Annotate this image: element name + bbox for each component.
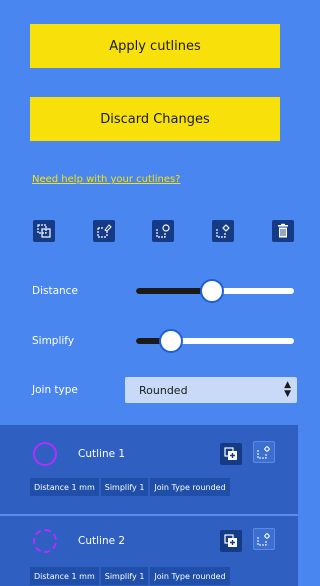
cutline-settings-button[interactable] xyxy=(253,441,275,463)
settings-icon xyxy=(257,533,270,546)
join-type-chip: Join Type rounded xyxy=(150,478,230,496)
duplicate-icon xyxy=(224,534,237,547)
cutline-shape-icon xyxy=(33,442,57,466)
join-type-chip: Join Type rounded xyxy=(150,567,230,585)
select-arrows-icon: ▲ ▼ xyxy=(284,380,291,399)
duplicate-cutline-button[interactable] xyxy=(220,530,242,552)
add-cutline-button[interactable] xyxy=(33,220,55,242)
edit-node-button[interactable] xyxy=(93,220,115,242)
apply-cutlines-button[interactable]: Apply cutlines xyxy=(30,24,280,68)
add-cutline-icon xyxy=(37,224,51,238)
cutline-settings-button[interactable] xyxy=(253,528,275,550)
simplify-chip: Simplify 1 xyxy=(100,478,149,496)
trash-icon xyxy=(278,223,288,238)
cutline-card[interactable]: Cutline 2 Distance 1 mm Simplify 1 Join … xyxy=(0,514,298,586)
simplify-label: Simplify xyxy=(32,335,75,347)
reshape-button[interactable] xyxy=(152,220,174,242)
distance-slider[interactable] xyxy=(136,279,294,303)
simplify-slider[interactable] xyxy=(136,329,294,353)
cutline-card[interactable]: Cutline 1 Distance 1 mm Simplify 1 Join … xyxy=(0,425,298,510)
cutline-shape-icon xyxy=(33,529,57,553)
cutline-name: Cutline 1 xyxy=(78,448,126,460)
cutline-properties: Distance 1 mm Simplify 1 Join Type round… xyxy=(30,478,230,496)
settings-icon xyxy=(257,446,270,459)
delete-cutline-button[interactable] xyxy=(272,220,294,242)
cutline-list: Cutline 1 Distance 1 mm Simplify 1 Join … xyxy=(0,425,298,586)
cutline-toolbar xyxy=(0,220,298,250)
duplicate-icon xyxy=(224,447,237,460)
join-type-label: Join type xyxy=(32,384,78,396)
duplicate-cutline-button[interactable] xyxy=(220,443,242,465)
edit-node-icon xyxy=(97,224,112,238)
join-type-select[interactable]: Rounded ▲ ▼ xyxy=(125,377,297,403)
discard-changes-button[interactable]: Discard Changes xyxy=(30,97,280,141)
join-type-value: Rounded xyxy=(139,383,188,397)
cutline-settings-button[interactable] xyxy=(212,220,234,242)
distance-chip: Distance 1 mm xyxy=(30,567,99,585)
reshape-icon xyxy=(156,224,170,238)
distance-chip: Distance 1 mm xyxy=(30,478,99,496)
cutline-properties: Distance 1 mm Simplify 1 Join Type round… xyxy=(30,567,230,585)
cutline-name: Cutline 2 xyxy=(78,535,126,547)
simplify-chip: Simplify 1 xyxy=(100,567,149,585)
slider-thumb[interactable] xyxy=(159,329,183,353)
settings-icon xyxy=(216,224,230,238)
distance-label: Distance xyxy=(32,285,78,297)
help-link[interactable]: Need help with your cutlines? xyxy=(32,174,181,185)
slider-thumb[interactable] xyxy=(200,279,224,303)
